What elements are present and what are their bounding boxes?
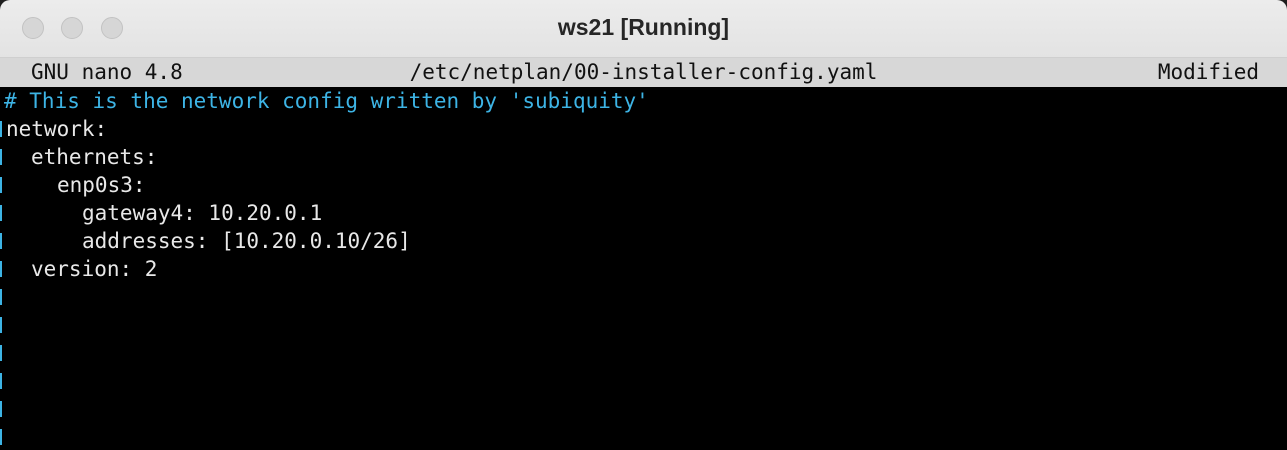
file-line[interactable]: version: 2	[0, 255, 1287, 283]
file-line[interactable]: network:	[0, 115, 1287, 143]
nano-status: Modified	[1157, 60, 1259, 84]
file-line-text: network:	[6, 117, 108, 141]
nano-title-bar: GNU nano 4.8 /etc/netplan/00-installer-c…	[0, 58, 1287, 87]
file-line[interactable]: addresses: [10.20.0.10/26]	[0, 227, 1287, 255]
file-line[interactable]: ethernets:	[0, 143, 1287, 171]
terminal-screen[interactable]: GNU nano 4.8 /etc/netplan/00-installer-c…	[0, 58, 1287, 450]
file-line[interactable]: # This is the network config written by …	[0, 87, 1287, 115]
file-line-text: version: 2	[31, 257, 158, 281]
line-marker	[0, 261, 2, 277]
line-marker	[0, 177, 2, 193]
empty-line[interactable]	[0, 367, 1287, 395]
line-marker	[0, 401, 2, 417]
empty-line[interactable]	[0, 283, 1287, 311]
editor-buffer[interactable]: # This is the network config written by …	[0, 87, 1287, 450]
line-marker	[0, 345, 2, 361]
line-marker	[0, 289, 2, 305]
file-line[interactable]: gateway4: 10.20.0.1	[0, 199, 1287, 227]
file-line[interactable]: enp0s3:	[0, 171, 1287, 199]
file-line-text: # This is the network config written by …	[4, 89, 649, 113]
line-marker	[0, 317, 2, 333]
file-line-text: gateway4: 10.20.0.1	[82, 201, 323, 225]
file-line-text: enp0s3:	[57, 173, 146, 197]
window-title: ws21 [Running]	[557, 14, 730, 40]
line-marker	[0, 205, 2, 221]
empty-line[interactable]	[0, 311, 1287, 339]
nano-filename: /etc/netplan/00-installer-config.yaml	[409, 60, 878, 84]
line-marker	[0, 149, 2, 165]
line-marker	[0, 373, 2, 389]
file-line-text: ethernets:	[31, 145, 158, 169]
line-marker	[0, 429, 2, 445]
terminal-window: ws21 [Running] GNU nano 4.8 /etc/netplan…	[0, 0, 1287, 450]
file-line-text: addresses: [10.20.0.10/26]	[82, 229, 411, 253]
empty-line[interactable]	[0, 339, 1287, 367]
line-marker	[0, 121, 2, 137]
empty-line[interactable]	[0, 395, 1287, 423]
line-marker	[0, 233, 2, 249]
empty-line[interactable]	[0, 423, 1287, 450]
window-titlebar[interactable]: ws21 [Running]	[0, 0, 1287, 58]
